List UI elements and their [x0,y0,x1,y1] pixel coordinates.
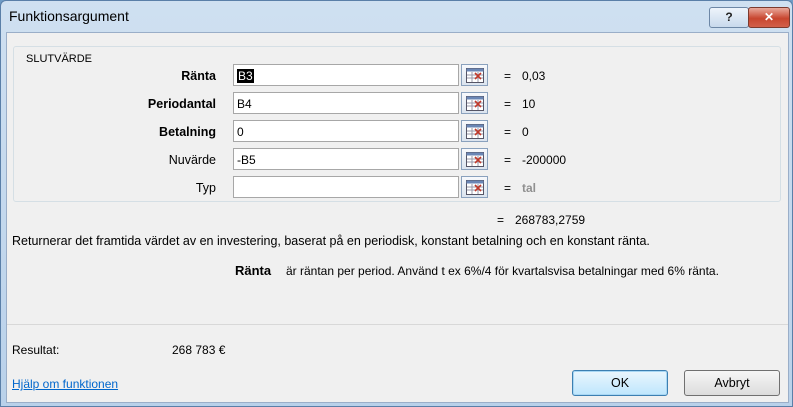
arg-row-betalning: Betalning 0 = 0 [14,120,780,144]
arg-help-name: Ränta [235,263,272,278]
help-link[interactable]: Hjälp om funktionen [12,377,118,391]
close-button[interactable]: ✕ [748,7,790,28]
range-select-icon[interactable] [461,64,488,86]
dialog-body: SLUTVÄRDE Ränta B3 = 0,03 Periodantal B4… [6,32,789,403]
formula-equals: = [497,213,505,227]
formula-result: 268783,2759 [515,213,586,227]
range-select-icon[interactable] [461,92,488,114]
function-arguments-dialog: Funktionsargument ? ✕ SLUTVÄRDE Ränta B3… [0,0,793,407]
arg-row-typ: Typ = tal [14,176,780,200]
result-value: 268 783 € [172,343,226,357]
arg-value-betalning: 0 [522,125,529,139]
help-button[interactable]: ? [709,7,749,28]
function-description: Returnerar det framtida värdet av en inv… [12,234,650,248]
arg-equals: = [504,181,512,195]
arg-equals: = [504,97,512,111]
arg-help-text: är räntan per period. Använd t ex 6%/4 f… [286,264,719,278]
arg-label-typ: Typ [195,181,216,195]
ok-button[interactable]: OK [572,370,668,396]
arg-label-periodantal: Periodantal [147,97,216,111]
dialog-title: Funktionsargument [9,8,129,24]
arg-label-betalning: Betalning [159,125,216,139]
arg-value-ranta: 0,03 [522,69,546,83]
arg-label-ranta: Ränta [181,69,216,83]
range-select-icon[interactable] [461,176,488,198]
result-label: Resultat: [12,343,60,357]
range-select-icon[interactable] [461,120,488,142]
arg-row-periodantal: Periodantal B4 = 10 [14,92,780,116]
arg-input-nuvarde[interactable]: -B5 [233,148,459,170]
divider [7,324,788,325]
arg-input-betalning[interactable]: 0 [233,120,459,142]
arg-label-nuvarde: Nuvärde [168,153,216,167]
arg-row-nuvarde: Nuvärde -B5 = -200000 [14,148,780,172]
cancel-button[interactable]: Avbryt [684,370,780,396]
arg-value-typ: tal [522,181,537,195]
title-bar: Funktionsargument ? ✕ [1,1,792,32]
arg-value-periodantal: 10 [522,97,536,111]
arg-row-ranta: Ränta B3 = 0,03 [14,64,780,88]
selected-text: B3 [237,69,254,83]
range-select-icon[interactable] [461,148,488,170]
arg-value-nuvarde: -200000 [522,153,567,167]
arg-input-typ[interactable] [233,176,459,198]
arg-input-periodantal[interactable]: B4 [233,92,459,114]
arg-equals: = [504,69,512,83]
arg-input-ranta[interactable]: B3 [233,64,459,86]
arg-equals: = [504,153,512,167]
arguments-group: SLUTVÄRDE Ränta B3 = 0,03 Periodantal B4… [13,46,781,202]
arg-equals: = [504,125,512,139]
